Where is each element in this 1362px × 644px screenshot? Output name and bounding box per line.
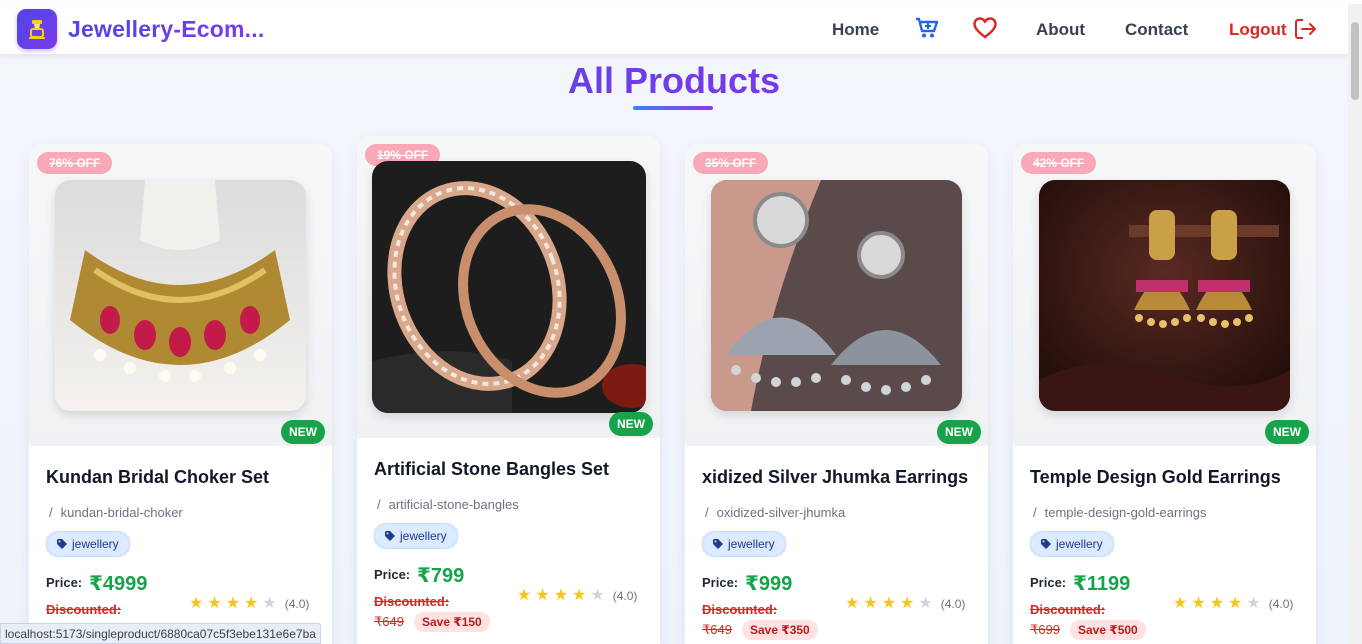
rating-stars: ★ ★ ★ ★ ★ (4.0) — [517, 588, 637, 604]
discounted-label: Discounted: — [46, 602, 122, 617]
product-slug: / artificial-stone-bangles — [377, 497, 519, 512]
rating-stars: ★ ★ ★ ★ ★ (4.0) — [845, 596, 965, 612]
star-icon: ★ — [1209, 595, 1225, 612]
rating-value: (4.0) — [284, 597, 310, 611]
status-bar-url: localhost:5173/singleproduct/6880ca07c5f… — [0, 623, 321, 644]
star-icon: ★ — [900, 595, 915, 612]
star-icon: ★ — [225, 595, 241, 612]
star-icon: ★ — [572, 587, 587, 604]
tag-icon — [385, 531, 395, 541]
product-image[interactable] — [1039, 180, 1290, 411]
save-badge: Save ₹150 — [414, 612, 490, 632]
price-value: ₹799 — [417, 565, 465, 587]
page-scrollbar[interactable] — [1348, 4, 1362, 644]
star-icon: ★ — [881, 595, 897, 612]
new-badge: NEW — [281, 420, 325, 444]
category-tag[interactable]: jewellery — [46, 531, 130, 557]
cart-icon[interactable] — [915, 17, 939, 39]
logout-icon — [1294, 19, 1316, 39]
category-tag[interactable]: jewellery — [702, 531, 786, 557]
ring-icon — [29, 20, 45, 39]
rating-value: (4.0) — [940, 597, 966, 611]
product-name[interactable]: xidized Silver Jhumka Earrings — [702, 467, 968, 488]
rating-value: (4.0) — [1268, 597, 1294, 611]
star-icon: ★ — [1173, 595, 1188, 612]
product-name[interactable]: Temple Design Gold Earrings — [1030, 467, 1281, 488]
product-card[interactable]: 35% OFF NEW xidized Silver Jhumka Earrin… — [685, 144, 988, 644]
new-badge: NEW — [609, 412, 653, 436]
discount-badge: 35% OFF — [693, 152, 769, 174]
product-image[interactable] — [711, 180, 962, 411]
original-price: ₹649 — [374, 614, 404, 629]
save-badge: Save ₹350 — [742, 620, 818, 640]
discounted-label: Discounted: — [702, 602, 778, 617]
save-badge: Save ₹500 — [1070, 620, 1146, 640]
star-icon: ★ — [845, 595, 860, 612]
discounted-label: Discounted: — [374, 594, 450, 609]
price-label: Price: — [46, 575, 83, 590]
product-name[interactable]: Artificial Stone Bangles Set — [374, 459, 609, 480]
tag-icon — [57, 539, 67, 549]
product-slug: / oxidized-silver-jhumka — [705, 505, 846, 520]
star-empty-icon: ★ — [262, 595, 277, 612]
logout-label: Logout — [1229, 20, 1287, 39]
nav-contact-link[interactable]: Contact — [1125, 20, 1188, 40]
product-card[interactable]: 76% OFF NEW Kundan Bridal Choker Set / ku… — [29, 144, 332, 644]
star-empty-icon: ★ — [590, 587, 605, 604]
brand-logo[interactable] — [17, 9, 57, 49]
star-empty-icon: ★ — [918, 595, 933, 612]
star-icon: ★ — [517, 587, 532, 604]
star-empty-icon: ★ — [1246, 595, 1261, 612]
price-label: Price: — [1030, 575, 1067, 590]
star-icon: ★ — [207, 595, 222, 612]
star-icon: ★ — [863, 595, 878, 612]
title-underline — [633, 106, 713, 110]
rating-value: (4.0) — [612, 589, 638, 603]
navbar: Jewellery-Ecom... Home About Contact Log… — [0, 4, 1348, 54]
product-slug: / temple-design-gold-earrings — [1033, 505, 1207, 520]
product-image[interactable] — [372, 161, 646, 413]
discounted-label: Discounted: — [1030, 602, 1106, 617]
star-icon: ★ — [1228, 595, 1243, 612]
star-icon: ★ — [189, 595, 204, 612]
rating-stars: ★ ★ ★ ★ ★ (4.0) — [1173, 596, 1293, 612]
discount-badge: 76% OFF — [37, 152, 113, 174]
logout-button[interactable]: Logout — [1229, 19, 1317, 40]
discount-badge: 42% OFF — [1021, 152, 1097, 174]
tag-icon — [713, 539, 723, 549]
product-name[interactable]: Kundan Bridal Choker Set — [46, 467, 269, 488]
star-icon: ★ — [1191, 595, 1206, 612]
original-price: ₹699 — [1030, 622, 1060, 637]
scrollbar-thumb[interactable] — [1351, 22, 1359, 100]
price-label: Price: — [374, 567, 411, 582]
star-icon: ★ — [244, 595, 259, 612]
category-tag[interactable]: jewellery — [374, 523, 458, 549]
nav-about-link[interactable]: About — [1036, 20, 1085, 40]
star-icon: ★ — [553, 587, 569, 604]
product-slug: / kundan-bridal-choker — [49, 505, 183, 520]
new-badge: NEW — [1265, 420, 1309, 444]
price-value: ₹1199 — [1073, 573, 1131, 595]
product-card[interactable]: 42% OFF NEW Temple Design Gold Earrings … — [1013, 144, 1316, 644]
original-price: ₹649 — [702, 622, 732, 637]
rating-stars: ★ ★ ★ ★ ★ (4.0) — [189, 596, 309, 612]
tag-icon — [1041, 539, 1051, 549]
nav-home-link[interactable]: Home — [832, 20, 879, 40]
brand-name[interactable]: Jewellery-Ecom... — [68, 16, 264, 43]
price-value: ₹4999 — [89, 573, 148, 595]
page-title: All Products — [0, 60, 1348, 102]
price-label: Price: — [702, 575, 739, 590]
product-image[interactable] — [55, 180, 306, 411]
star-icon: ★ — [535, 587, 550, 604]
heart-icon[interactable] — [973, 17, 997, 39]
product-card[interactable]: 19% OFF NEW Artificial Stone Bangles Set… — [357, 136, 660, 644]
new-badge: NEW — [937, 420, 981, 444]
category-tag[interactable]: jewellery — [1030, 531, 1114, 557]
price-value: ₹999 — [745, 573, 793, 595]
